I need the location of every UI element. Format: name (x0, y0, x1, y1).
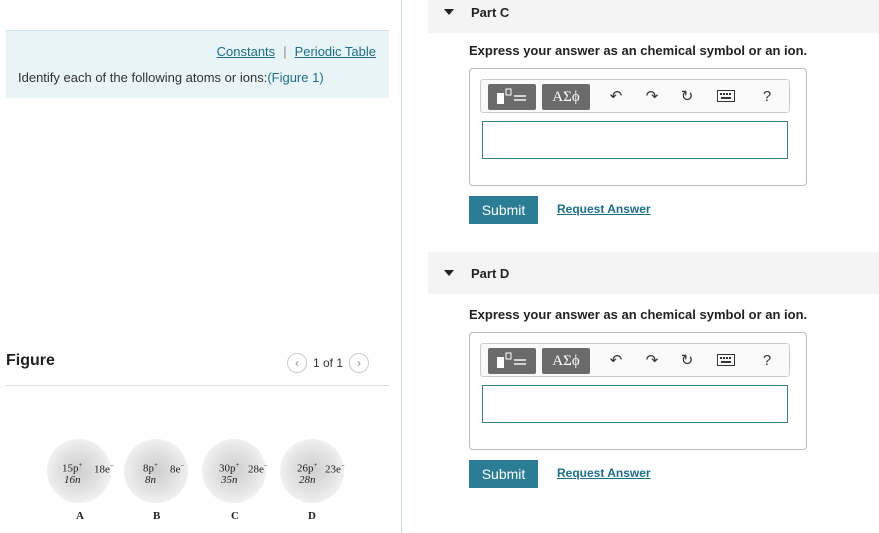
atom-d-neutrons: 28n (298, 473, 316, 486)
atom-c-neutrons: 35n (220, 473, 238, 486)
undo-icon[interactable]: ↶ (606, 350, 626, 370)
part-c-math-toolbar: ΑΣϕ ↶ ↷ ↻ ? (480, 79, 790, 113)
reset-icon[interactable]: ↻ (677, 350, 697, 370)
part-d-title: Part D (471, 266, 510, 281)
collapse-triangle-icon[interactable] (444, 9, 454, 15)
collapse-triangle-icon[interactable] (444, 270, 454, 276)
part-d-math-toolbar: ΑΣϕ ↶ ↷ ↻ ? (480, 343, 790, 377)
link-separator: | (283, 44, 287, 59)
atom-b-electrons: 8e− (170, 462, 185, 476)
templates-button[interactable] (488, 84, 536, 110)
figure-page-indicator: 1 of 1 (313, 356, 344, 370)
redo-icon[interactable]: ↷ (642, 350, 662, 370)
part-c-instruction: Express your answer as an chemical symbo… (469, 43, 808, 58)
atom-c-label: C (231, 510, 239, 522)
figure-divider (6, 385, 389, 386)
atom-a-nucleus: 15p+ 16n (62, 461, 83, 486)
atom-b-nucleus: 8p+ 8n (143, 461, 158, 486)
part-c-submit-button[interactable]: Submit (469, 196, 538, 224)
atom-a-label: A (76, 510, 84, 522)
atom-d-nucleus: 26p+ 28n (297, 461, 318, 486)
part-c-answer-panel: ΑΣϕ ↶ ↷ ↻ ? (469, 68, 807, 186)
panel-divider (401, 0, 402, 533)
info-box: Constants | Periodic Table Identify each o… (6, 30, 389, 98)
keyboard-icon[interactable] (716, 86, 736, 106)
greek-symbols-button[interactable]: ΑΣϕ (542, 348, 590, 374)
atom-c-electrons: 28e− (248, 462, 268, 476)
part-c-title: Part C (471, 5, 510, 20)
atom-b-neutrons: 8n (144, 473, 156, 486)
atom-d-label: D (308, 510, 316, 522)
undo-icon[interactable]: ↶ (606, 86, 626, 106)
greek-symbols-button[interactable]: ΑΣϕ (542, 84, 590, 110)
templates-icon (497, 352, 526, 368)
keyboard-icon[interactable] (716, 350, 736, 370)
figure-title: Figure (6, 352, 55, 369)
help-button[interactable]: ? (757, 86, 777, 106)
atom-b-label: B (153, 510, 161, 522)
reset-icon[interactable]: ↻ (677, 86, 697, 106)
templates-icon (497, 88, 526, 104)
next-figure-button[interactable]: › (349, 353, 370, 373)
part-d-answer-input[interactable] (482, 385, 788, 423)
part-d-instruction: Express your answer as an chemical symbo… (469, 307, 808, 322)
prev-figure-button[interactable]: ‹ (287, 353, 307, 373)
help-button[interactable]: ? (757, 350, 777, 370)
part-d-request-answer-link[interactable]: Request Answer (557, 466, 651, 480)
atom-c-nucleus: 30p+ 35n (219, 461, 240, 486)
constants-link[interactable]: Constants (217, 44, 276, 59)
part-c-header[interactable]: Part C (428, 0, 879, 33)
redo-icon[interactable]: ↷ (642, 86, 662, 106)
atom-a-electrons: 18e− (94, 462, 114, 476)
figure-pager: ‹ 1 of 1 › (287, 353, 370, 373)
part-d-header[interactable]: Part D (428, 252, 879, 294)
part-d-answer-panel: ΑΣϕ ↶ ↷ ↻ ? (469, 332, 807, 450)
templates-button[interactable] (488, 348, 536, 374)
figure-1-link[interactable]: (Figure 1) (267, 70, 323, 85)
atom-a-neutrons: 16n (63, 473, 81, 486)
problem-statement: Identify each of the following atoms or … (18, 70, 324, 85)
periodic-table-link[interactable]: Periodic Table (295, 44, 376, 59)
identify-text: Identify each of the following atoms or … (18, 70, 268, 85)
part-d-submit-button[interactable]: Submit (469, 460, 538, 488)
atom-d-electrons: 23e− (325, 462, 345, 476)
part-c-answer-input[interactable] (482, 121, 788, 159)
part-c-request-answer-link[interactable]: Request Answer (557, 202, 651, 216)
resource-links: Constants | Periodic Table (217, 44, 376, 59)
